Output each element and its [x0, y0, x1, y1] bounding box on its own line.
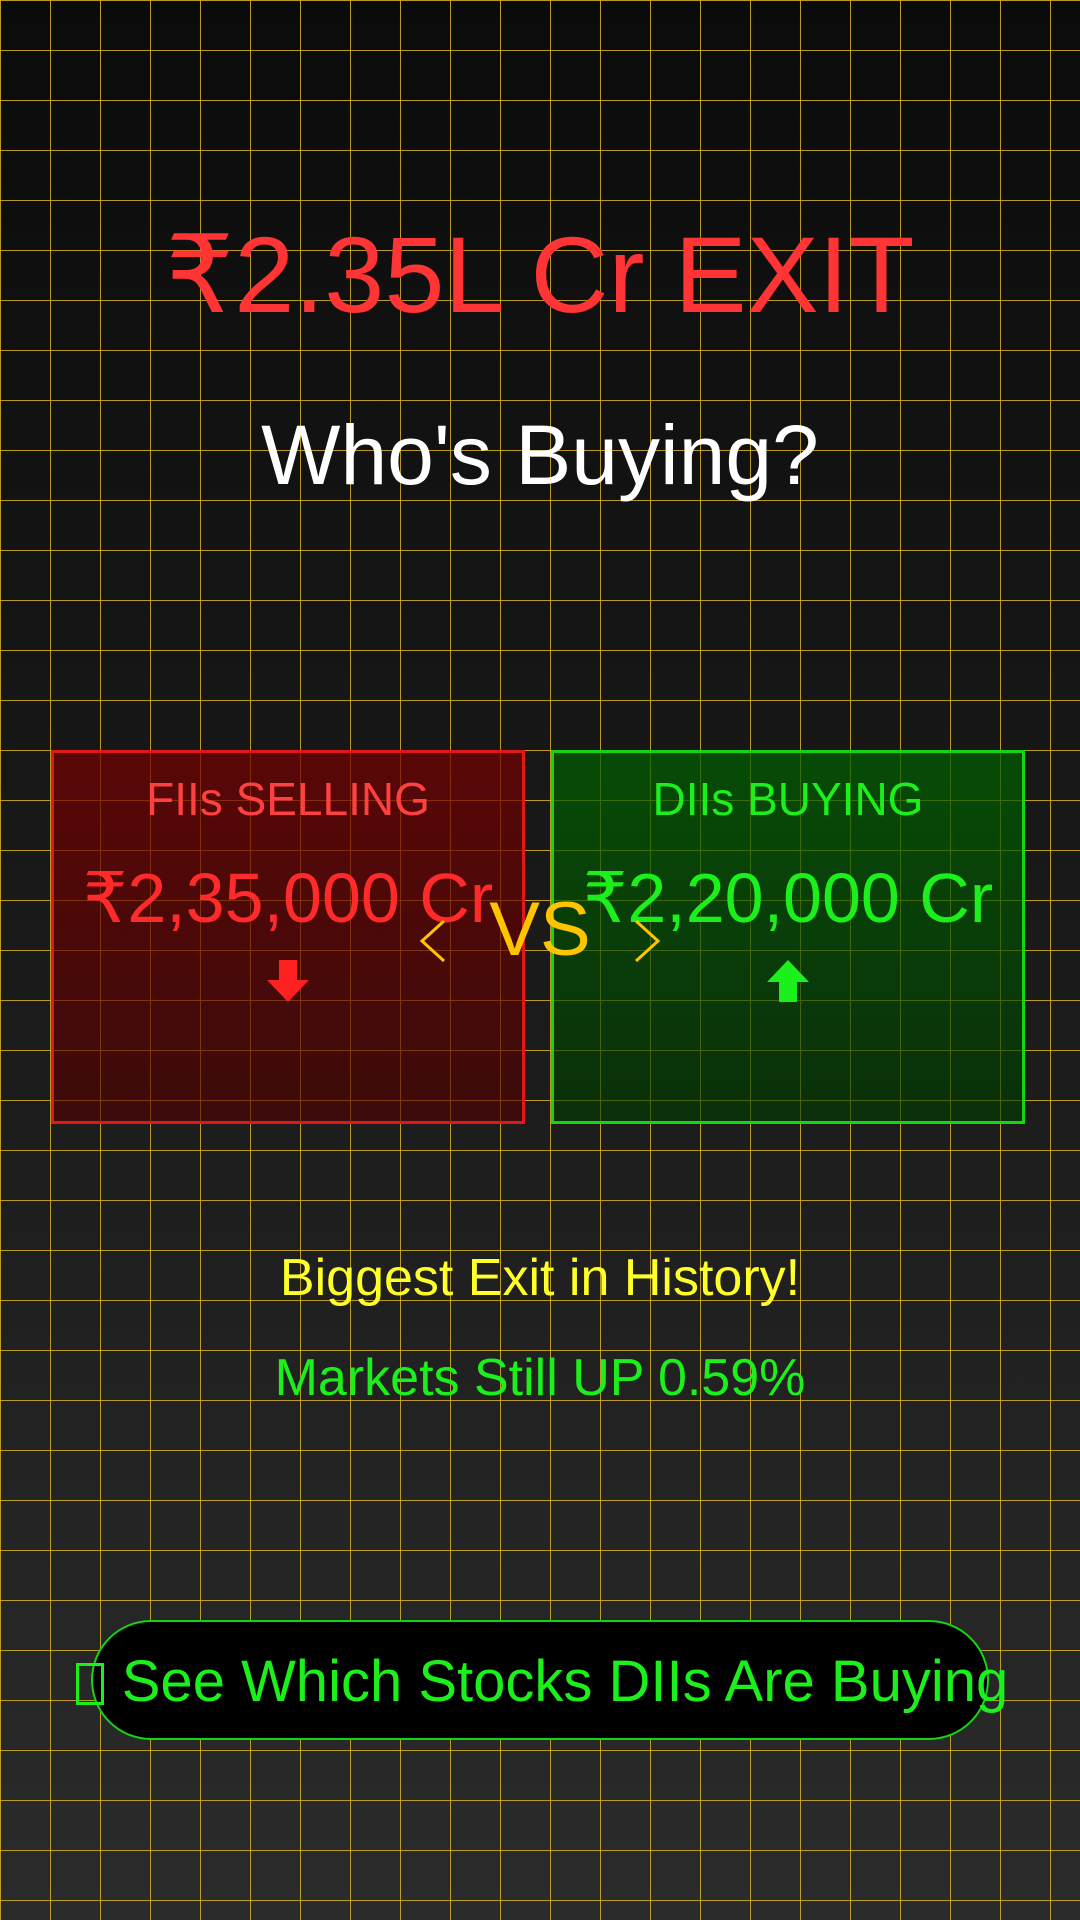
arrow-up-icon: [767, 960, 809, 1002]
see-dii-stocks-button[interactable]: See Which Stocks DIIs Are Buying: [75, 1620, 1008, 1740]
chevron-right-icon: [634, 919, 661, 963]
markets-up-note: Markets Still UP 0.59%: [274, 1349, 806, 1407]
biggest-exit-note: Biggest Exit in History!: [279, 1249, 801, 1307]
cta-label: See Which Stocks DIIs Are Buying: [121, 1649, 1009, 1714]
arrow-down-icon: [267, 960, 309, 1002]
dii-label: DIIs BUYING: [652, 773, 924, 825]
subheadline: Who's Buying?: [261, 408, 819, 502]
fii-label: FIIs SELLING: [146, 773, 430, 825]
headline: ₹2.35L Cr EXIT: [165, 214, 915, 335]
missing-glyph-icon: [75, 1663, 104, 1705]
vs-label: VS: [489, 887, 591, 972]
cta-content[interactable]: See Which Stocks DIIs Are Buying: [53, 1650, 1031, 1714]
